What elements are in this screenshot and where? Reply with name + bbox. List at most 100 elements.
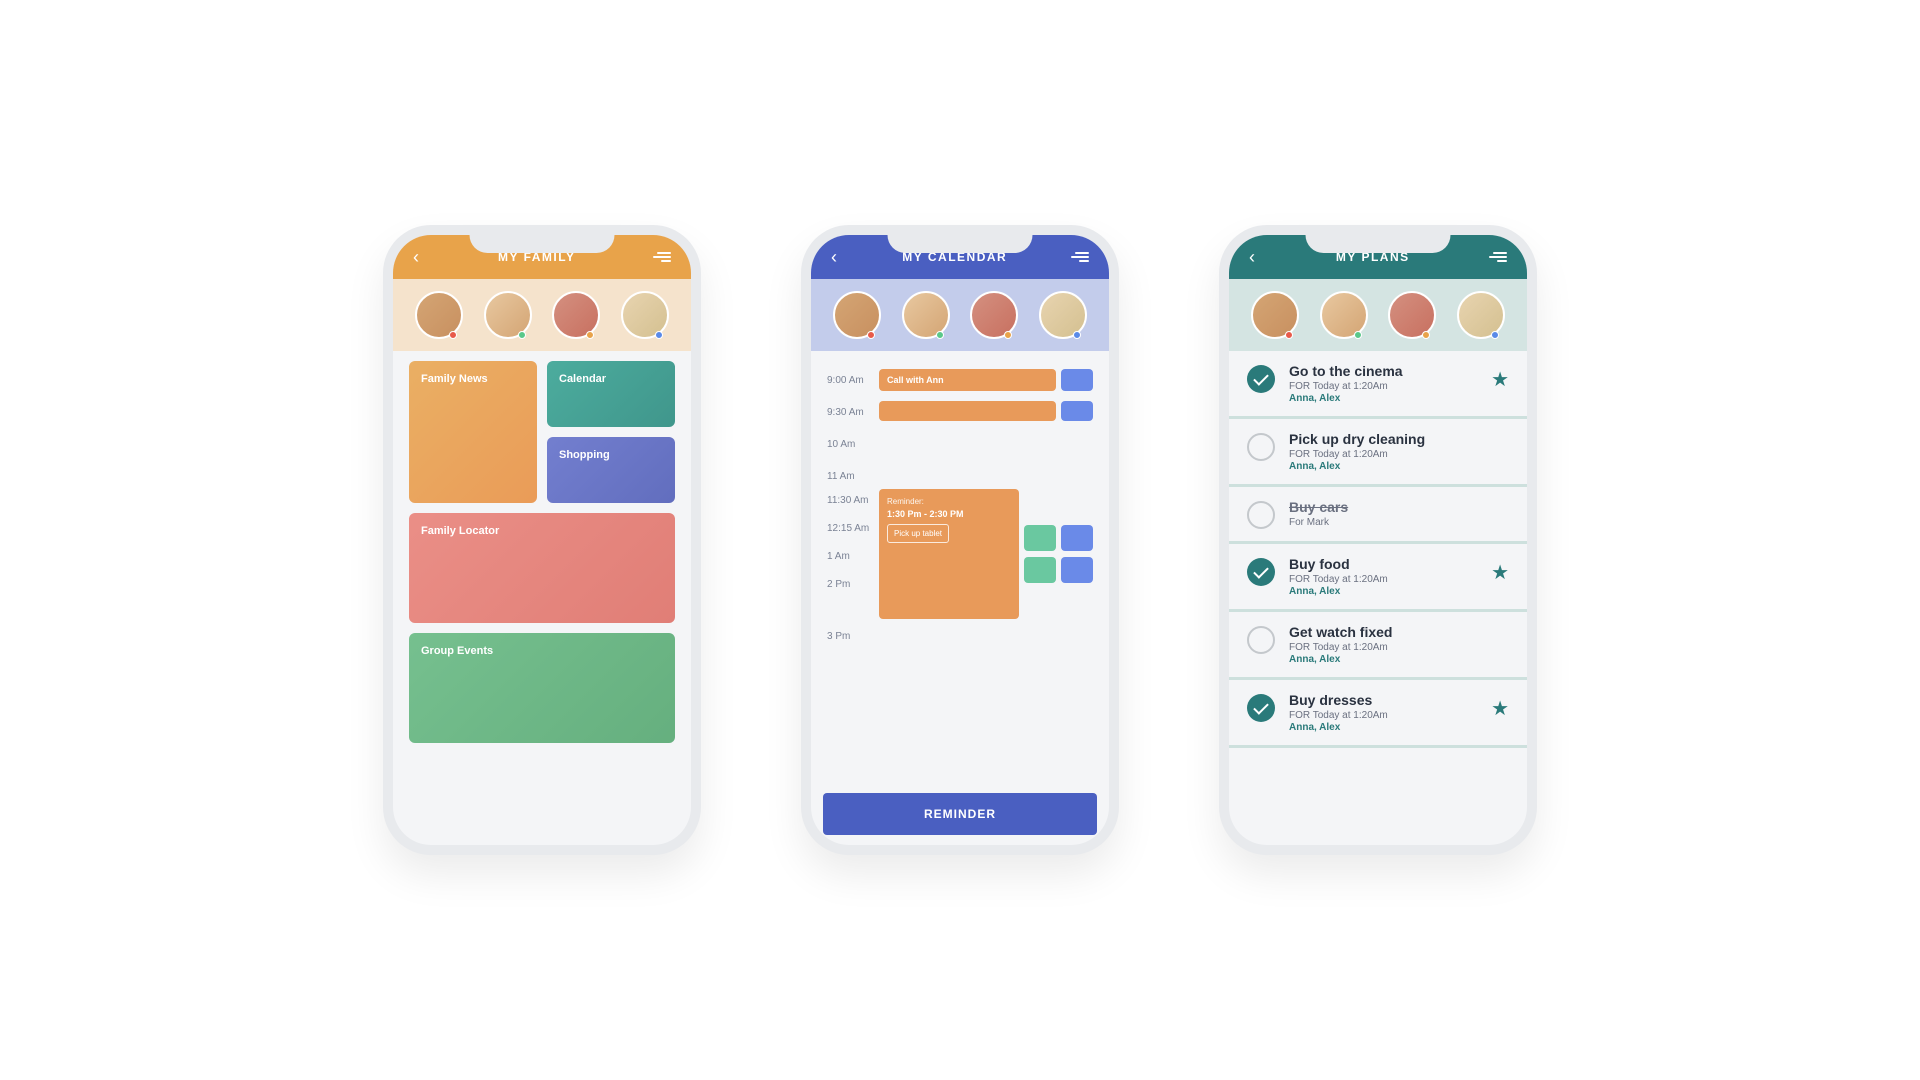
check-icon[interactable] [1247, 694, 1275, 722]
avatar[interactable] [552, 291, 600, 339]
time-label: 9:00 Am [827, 369, 879, 386]
plan-item[interactable]: Buy dressesFOR Today at 1:20AmAnna, Alex… [1229, 680, 1527, 748]
plan-title: Go to the cinema [1289, 363, 1477, 379]
plan-assignees: Anna, Alex [1289, 461, 1509, 472]
avatar[interactable] [621, 291, 669, 339]
time-label: 9:30 Am [827, 401, 879, 418]
back-icon[interactable]: ‹ [413, 247, 421, 268]
avatar-row [811, 279, 1109, 351]
phone-calendar: ‹ MY CALENDAR 9:00 Am Call with Ann 9:30… [801, 225, 1119, 855]
plan-subtitle: FOR Today at 1:20Am [1289, 449, 1509, 460]
plan-title: Pick up dry cleaning [1289, 431, 1509, 447]
reminder-button[interactable]: REMINDER [823, 793, 1097, 835]
tile-grid: Family News Calendar Shopping Family Loc… [393, 351, 691, 753]
avatar[interactable] [1320, 291, 1368, 339]
plan-item[interactable]: Go to the cinemaFOR Today at 1:20AmAnna,… [1229, 351, 1527, 419]
avatar-row [1229, 279, 1527, 351]
status-dot [1491, 331, 1499, 339]
event-block[interactable] [1061, 369, 1093, 391]
menu-icon[interactable] [653, 252, 671, 262]
plan-title: Buy dresses [1289, 692, 1477, 708]
event-block[interactable] [879, 401, 1056, 421]
tile-calendar[interactable]: Calendar [547, 361, 675, 427]
tile-family-news[interactable]: Family News [409, 361, 537, 503]
phone-notch [1306, 225, 1451, 253]
avatar[interactable] [1251, 291, 1299, 339]
star-icon[interactable]: ★ [1491, 560, 1509, 585]
plan-assignees: Anna, Alex [1289, 654, 1509, 665]
phone-notch [470, 225, 615, 253]
avatar[interactable] [1457, 291, 1505, 339]
menu-icon[interactable] [1489, 252, 1507, 262]
reminder-label: Reminder: [887, 497, 1011, 506]
screen-plans: ‹ MY PLANS Go to the cinemaFOR Today at … [1229, 235, 1527, 845]
status-dot [1422, 331, 1430, 339]
avatar[interactable] [833, 291, 881, 339]
status-dot [1004, 331, 1012, 339]
avatar[interactable] [484, 291, 532, 339]
time-label: 11:30 Am [827, 489, 879, 517]
time-row: 3 Pm [827, 625, 1093, 653]
status-dot [655, 331, 663, 339]
plan-title: Get watch fixed [1289, 624, 1509, 640]
back-icon[interactable]: ‹ [1249, 247, 1257, 268]
check-icon[interactable] [1247, 558, 1275, 586]
plan-text: Buy cars For Mark [1289, 499, 1509, 529]
avatar-row [393, 279, 691, 351]
event-call-ann[interactable]: Call with Ann [879, 369, 1056, 391]
tile-group-events[interactable]: Group Events [409, 633, 675, 743]
screen-calendar: ‹ MY CALENDAR 9:00 Am Call with Ann 9:30… [811, 235, 1109, 845]
star-icon[interactable]: ★ [1491, 367, 1509, 392]
event-reminder[interactable]: Reminder: 1:30 Pm - 2:30 PM Pick up tabl… [879, 489, 1019, 619]
calendar-timeline: 9:00 Am Call with Ann 9:30 Am 10 Am 11 A… [811, 351, 1109, 675]
time-label: 1 Am [827, 545, 879, 573]
screen-family: ‹ MY FAMILY Family News Calendar Shoppin… [393, 235, 691, 845]
checkbox-empty[interactable] [1247, 433, 1275, 461]
time-row: 9:00 Am Call with Ann [827, 369, 1093, 397]
phone-plans: ‹ MY PLANS Go to the cinemaFOR Today at … [1219, 225, 1537, 855]
tile-family-locator[interactable]: Family Locator [409, 513, 675, 623]
plan-item[interactable]: Buy foodFOR Today at 1:20AmAnna, Alex★ [1229, 544, 1527, 612]
plan-item[interactable]: Pick up dry cleaning FOR Today at 1:20AmA… [1229, 419, 1527, 487]
plan-text: Buy dressesFOR Today at 1:20AmAnna, Alex [1289, 692, 1477, 733]
avatar[interactable] [970, 291, 1018, 339]
plan-subtitle: FOR Today at 1:20Am [1289, 574, 1477, 585]
time-label: 11 Am [827, 465, 879, 482]
plan-text: Buy foodFOR Today at 1:20AmAnna, Alex [1289, 556, 1477, 597]
event-block[interactable] [1061, 525, 1093, 551]
status-dot [1073, 331, 1081, 339]
back-icon[interactable]: ‹ [831, 247, 839, 268]
plan-item[interactable]: Buy cars For Mark [1229, 487, 1527, 544]
status-dot [1285, 331, 1293, 339]
event-block[interactable] [1061, 401, 1093, 421]
phone-family: ‹ MY FAMILY Family News Calendar Shoppin… [383, 225, 701, 855]
menu-icon[interactable] [1071, 252, 1089, 262]
tile-shopping[interactable]: Shopping [547, 437, 675, 503]
event-block[interactable] [1024, 525, 1056, 551]
plan-text: Get watch fixedFOR Today at 1:20AmAnna, … [1289, 624, 1509, 665]
plan-title: Buy food [1289, 556, 1477, 572]
plans-list: Go to the cinemaFOR Today at 1:20AmAnna,… [1229, 351, 1527, 748]
plan-assignees: Anna, Alex [1289, 393, 1477, 404]
plan-subtitle: For Mark [1289, 517, 1509, 528]
time-label: 10 Am [827, 433, 879, 450]
avatar[interactable] [902, 291, 950, 339]
time-label: 3 Pm [827, 625, 879, 642]
star-icon[interactable]: ★ [1491, 696, 1509, 721]
check-icon[interactable] [1247, 365, 1275, 393]
plan-title: Buy cars [1289, 499, 1509, 515]
event-block[interactable] [1061, 557, 1093, 583]
status-dot [1354, 331, 1362, 339]
status-dot [586, 331, 594, 339]
avatar[interactable] [1039, 291, 1087, 339]
plan-assignees: Anna, Alex [1289, 722, 1477, 733]
reminder-time: 1:30 Pm - 2:30 PM [887, 509, 1011, 519]
checkbox-empty[interactable] [1247, 501, 1275, 529]
plan-item[interactable]: Get watch fixedFOR Today at 1:20AmAnna, … [1229, 612, 1527, 680]
avatar[interactable] [1388, 291, 1436, 339]
reminder-action[interactable]: Pick up tablet [887, 524, 949, 543]
event-block[interactable] [1024, 557, 1056, 583]
checkbox-empty[interactable] [1247, 626, 1275, 654]
time-row: 11 Am [827, 465, 1093, 485]
avatar[interactable] [415, 291, 463, 339]
